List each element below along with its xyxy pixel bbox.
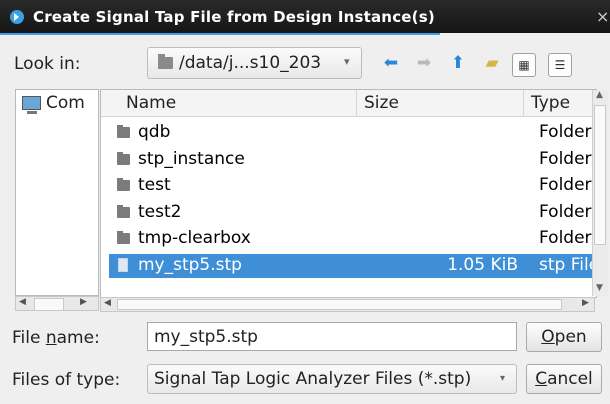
file-name-cell: test	[138, 175, 171, 195]
file-list-horizontal-scrollbar[interactable]: ◀ ▶	[100, 297, 595, 312]
table-row[interactable]: tmp-clearbox Folder	[109, 227, 596, 251]
file-icon	[118, 257, 128, 272]
file-name-cell: tmp-clearbox	[138, 228, 251, 248]
chevron-down-icon: ▾	[500, 373, 506, 384]
sidebar-item-label: Com	[46, 93, 85, 113]
window-title: Create Signal Tap File from Design Insta…	[33, 8, 435, 26]
file-type-label: Files of type:	[12, 370, 121, 390]
file-name-label: File name:	[12, 328, 100, 348]
cancel-button[interactable]: Cancel	[526, 364, 602, 394]
header-spacer	[101, 90, 119, 117]
table-row[interactable]: test2 Folder	[109, 201, 596, 225]
file-type-cell: stp File	[539, 254, 596, 275]
app-icon	[10, 10, 24, 24]
title-bar[interactable]: Create Signal Tap File from Design Insta…	[0, 0, 610, 33]
file-name-input[interactable]	[147, 322, 517, 351]
file-size-cell: 1.05 KiB	[447, 254, 518, 275]
folder-icon	[117, 204, 130, 218]
file-type-cell: Folder	[539, 228, 592, 248]
column-header-name[interactable]: Name	[119, 90, 357, 117]
list-view-icon[interactable]: ☰	[548, 53, 572, 77]
folder-icon	[117, 178, 130, 191]
file-name-cell: qdb	[138, 122, 171, 142]
scroll-thumb[interactable]	[117, 299, 562, 310]
table-row[interactable]: stp_instance Folder	[109, 148, 596, 172]
file-list-vertical-scrollbar[interactable]: ▲ ▼	[592, 90, 608, 296]
column-header-size[interactable]: Size	[357, 90, 524, 117]
close-icon[interactable]: ×	[596, 7, 609, 26]
folder-icon	[117, 125, 130, 138]
folder-icon	[117, 151, 130, 165]
back-arrow-icon[interactable]: ⬅	[378, 50, 404, 76]
sidebar-horizontal-scrollbar[interactable]: ◀ ▶	[15, 296, 99, 311]
file-type-cell: Folder	[539, 122, 592, 142]
up-arrow-icon[interactable]: ⬆	[445, 50, 471, 76]
new-folder-icon[interactable]: ▰	[479, 50, 505, 76]
file-name-label-mnemonic: n	[45, 328, 57, 348]
file-list: Name Size Type qdb Folder stp_instance Fold…	[100, 89, 597, 298]
scroll-thumb[interactable]	[594, 105, 606, 245]
file-name-cell: my_stp5.stp	[138, 254, 242, 275]
scroll-up-icon[interactable]: ▲	[596, 90, 603, 100]
title-accent-bar	[0, 33, 440, 35]
file-type-cell: Folder	[539, 175, 592, 195]
scroll-left-icon[interactable]: ◀	[19, 297, 26, 307]
detail-view-icon[interactable]: ▦	[512, 53, 536, 77]
column-header-type[interactable]: Type	[524, 90, 596, 117]
table-row[interactable]: my_stp5.stp 1.05 KiB stp File	[109, 253, 596, 278]
folder-icon	[158, 54, 173, 69]
cancel-mnemonic: C	[535, 369, 548, 389]
scroll-down-icon[interactable]: ▼	[596, 283, 603, 293]
open-mnemonic: O	[541, 327, 555, 347]
file-name-cell: test2	[138, 201, 182, 222]
open-button[interactable]: Open	[526, 322, 602, 352]
file-type-select[interactable]: Signal Tap Logic Analyzer Files (*.stp) …	[147, 364, 517, 394]
file-dialog: Create Signal Tap File from Design Insta…	[0, 0, 610, 404]
look-in-path: /data/j...s10_203	[179, 53, 322, 73]
file-name-label-pre: File	[12, 328, 46, 348]
file-name-cell: stp_instance	[138, 148, 245, 169]
file-type-cell: Folder	[539, 201, 592, 222]
forward-arrow-icon[interactable]: ➡	[411, 50, 437, 76]
table-row[interactable]: test Folder	[109, 174, 596, 198]
computer-icon	[22, 96, 41, 114]
cancel-label: ancel	[547, 369, 593, 389]
open-label: pen	[554, 327, 587, 347]
look-in-combo[interactable]: /data/j...s10_203 ▾	[147, 47, 362, 79]
file-list-body: qdb Folder stp_instance Folder test Folder tes…	[109, 117, 596, 297]
look-in-label: Look in:	[14, 54, 81, 74]
file-name-label-post: ame:	[56, 328, 100, 348]
scroll-right-icon[interactable]: ▶	[582, 298, 589, 308]
table-row[interactable]: qdb Folder	[109, 121, 596, 145]
file-type-value: Signal Tap Logic Analyzer Files (*.stp)	[154, 369, 472, 389]
chevron-down-icon: ▾	[344, 55, 350, 68]
scroll-left-icon[interactable]: ◀	[104, 298, 111, 308]
scroll-thumb[interactable]	[34, 298, 64, 311]
sidebar: Com	[15, 89, 99, 296]
file-type-cell: Folder	[539, 148, 592, 169]
scroll-right-icon[interactable]: ▶	[80, 297, 87, 307]
folder-icon	[117, 231, 130, 244]
